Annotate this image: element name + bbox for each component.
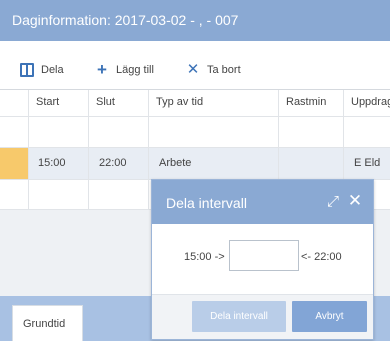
window-title: Daginformation: 2017-03-02 - , - 007	[12, 12, 239, 28]
split-view-icon	[20, 63, 34, 77]
tab-grundtid[interactable]: Grundtid	[12, 305, 83, 341]
cell-slut: 22:00	[99, 157, 127, 169]
cell-uppdrag: E Eld	[354, 157, 381, 169]
column-header-rastmin[interactable]: Rastmin	[286, 96, 326, 108]
grid-col-divider	[28, 90, 29, 210]
column-header-typ[interactable]: Typ av tid	[156, 96, 203, 108]
grid-col-divider	[88, 90, 89, 210]
add-button-label: Lägg till	[116, 64, 154, 76]
cell-typ: Arbete	[159, 157, 192, 169]
dialog-footer: Dela intervall Avbryt	[152, 294, 373, 339]
row-status-marker	[0, 148, 28, 179]
column-header-slut[interactable]: Slut	[96, 96, 115, 108]
dialog-title: Dela intervall	[166, 195, 247, 211]
to-time-label: <- 22:00	[301, 251, 342, 263]
tab-grundtid-label: Grundtid	[23, 318, 66, 330]
grid-header-divider	[0, 116, 390, 117]
split-button[interactable]: Dela	[20, 62, 64, 78]
delete-button-label: Ta bort	[207, 64, 241, 76]
cell-start: 15:00	[38, 157, 66, 169]
close-icon[interactable]: ✕	[347, 192, 363, 209]
toolbar: Dela + Lägg till ✕ Ta bort	[0, 41, 390, 89]
column-header-start[interactable]: Start	[36, 96, 59, 108]
split-interval-dialog: Dela intervall ⤢ ✕ 15:00 -> <- 22:00 Del…	[151, 179, 374, 340]
cancel-button[interactable]: Avbryt	[292, 301, 367, 332]
split-time-input[interactable]	[229, 240, 299, 271]
expand-icon[interactable]: ⤢	[325, 194, 341, 210]
split-interval-button[interactable]: Dela intervall	[192, 301, 286, 332]
dialog-body: 15:00 -> <- 22:00	[152, 224, 373, 294]
close-x-icon: ✕	[186, 61, 200, 78]
plus-icon: +	[97, 60, 107, 79]
window-title-bar: Daginformation: 2017-03-02 - , - 007	[0, 0, 390, 41]
dialog-header: Dela intervall ⤢ ✕	[152, 180, 373, 224]
split-button-label: Dela	[41, 64, 64, 76]
from-time-label: 15:00 ->	[184, 251, 225, 263]
grid-col-divider	[148, 90, 149, 210]
column-header-uppdrag[interactable]: Uppdrag	[351, 96, 390, 108]
add-button[interactable]: + Lägg till	[95, 60, 154, 79]
delete-button[interactable]: ✕ Ta bort	[186, 62, 241, 78]
